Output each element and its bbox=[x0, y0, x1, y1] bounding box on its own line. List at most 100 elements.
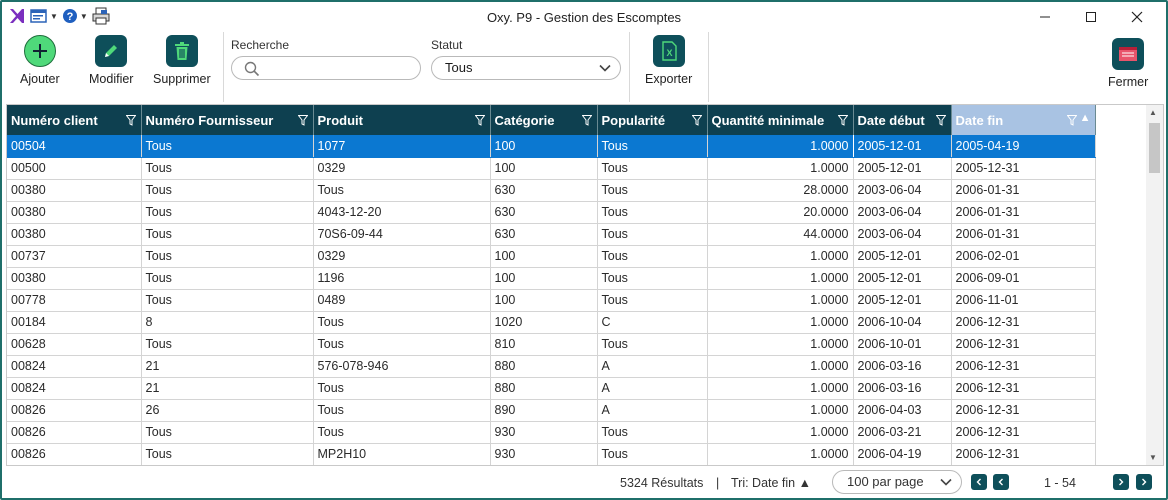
column-header[interactable]: Numéro Fournisseur bbox=[141, 105, 314, 135]
window-controls bbox=[1022, 2, 1160, 32]
table-cell: 21 bbox=[141, 355, 314, 378]
table-cell: 2006-10-01 bbox=[853, 333, 952, 356]
table-cell: 2006-12-31 bbox=[951, 333, 1096, 356]
plus-icon bbox=[23, 35, 56, 67]
table-cell: 890 bbox=[490, 399, 598, 422]
status-label: Statut bbox=[431, 38, 463, 52]
filter-icon[interactable] bbox=[296, 114, 309, 129]
table-cell: 100 bbox=[490, 267, 598, 290]
filter-icon[interactable] bbox=[580, 114, 593, 129]
table-cell: 2006-12-31 bbox=[951, 377, 1096, 400]
filter-icon[interactable] bbox=[124, 114, 137, 129]
table-cell: MP2H10 bbox=[313, 443, 491, 465]
filter-icon[interactable] bbox=[934, 114, 947, 129]
table-cell: 2005-12-01 bbox=[853, 157, 952, 180]
table-cell: 4043-12-20 bbox=[313, 201, 491, 224]
filter-icon[interactable] bbox=[836, 114, 849, 129]
table-row[interactable]: 00380 Tous 4043-12-20 630 Tous 20.0000 2003-06… bbox=[7, 201, 1096, 224]
title-bar: ▼ ? ▼ Oxy. P9 - Gestion des Escomptes bbox=[2, 2, 1166, 32]
export-button[interactable]: X Exporter bbox=[645, 35, 692, 86]
table-cell: Tous bbox=[313, 311, 491, 334]
table-cell: 2005-12-01 bbox=[853, 135, 952, 158]
table-row[interactable]: 00380 Tous 70S6-09-44 630 Tous 44.0000 2003-06… bbox=[7, 223, 1096, 246]
table-cell: Tous bbox=[141, 421, 314, 444]
table-cell: 2003-06-04 bbox=[853, 201, 952, 224]
filter-icon[interactable] bbox=[473, 114, 486, 129]
add-button[interactable]: Ajouter bbox=[20, 35, 60, 86]
maximize-button[interactable] bbox=[1068, 2, 1114, 32]
column-header[interactable]: Quantité minimale bbox=[707, 105, 854, 135]
column-header[interactable]: Catégorie bbox=[490, 105, 598, 135]
table-cell: 2005-12-31 bbox=[951, 157, 1096, 180]
column-header[interactable]: Produit bbox=[313, 105, 491, 135]
search-input[interactable] bbox=[231, 56, 421, 80]
table-cell: 1.0000 bbox=[707, 399, 854, 422]
table-cell: 1.0000 bbox=[707, 267, 854, 290]
table-cell: 2006-01-31 bbox=[951, 201, 1096, 224]
table-row[interactable]: 00826 Tous Tous 930 Tous 1.0000 2006-03-21 2006… bbox=[7, 421, 1096, 444]
status-select[interactable]: Tous bbox=[431, 56, 621, 80]
filter-icon[interactable] bbox=[690, 114, 703, 129]
table-cell: 21 bbox=[141, 377, 314, 400]
table-row[interactable]: 00824 21 576-078-946 880 A 1.0000 2006-03-16 20… bbox=[7, 355, 1096, 378]
table-row[interactable]: 00826 Tous MP2H10 930 Tous 1.0000 2006-04-19 20… bbox=[7, 443, 1096, 465]
next-page-button[interactable] bbox=[1113, 474, 1129, 490]
table-cell: 0329 bbox=[313, 157, 491, 180]
scrollbar-thumb[interactable] bbox=[1149, 123, 1160, 173]
column-header[interactable]: Popularité bbox=[597, 105, 708, 135]
print-icon[interactable] bbox=[92, 7, 110, 25]
delete-button[interactable]: Supprimer bbox=[153, 35, 211, 86]
first-page-button[interactable] bbox=[971, 474, 987, 490]
table-row[interactable]: 00628 Tous Tous 810 Tous 1.0000 2006-10-01 2006… bbox=[7, 333, 1096, 356]
column-header[interactable]: Numéro client bbox=[7, 105, 142, 135]
table-row[interactable]: 00824 21 Tous 880 A 1.0000 2006-03-16 2006-12-3… bbox=[7, 377, 1096, 400]
minimize-button[interactable] bbox=[1022, 2, 1068, 32]
table-cell: 1.0000 bbox=[707, 311, 854, 334]
table-row[interactable]: 00500 Tous 0329 100 Tous 1.0000 2005-12-01 2005… bbox=[7, 157, 1096, 180]
filter-icon[interactable] bbox=[1065, 114, 1078, 129]
table-row[interactable]: 00184 8 Tous 1020 C 1.0000 2006-10-04 2006-12-3… bbox=[7, 311, 1096, 334]
table-cell: 1.0000 bbox=[707, 421, 854, 444]
column-header-sorted[interactable]: Date fin ▲ bbox=[951, 105, 1096, 135]
table-cell: 1.0000 bbox=[707, 289, 854, 312]
table-row[interactable]: 00380 Tous 1196 100 Tous 1.0000 2005-12-01 2006… bbox=[7, 267, 1096, 290]
scroll-down-icon[interactable]: ▼ bbox=[1149, 453, 1157, 462]
table-cell: 1.0000 bbox=[707, 333, 854, 356]
table-cell: Tous bbox=[597, 179, 708, 202]
window-title: Oxy. P9 - Gestion des Escomptes bbox=[486, 10, 682, 25]
table-cell: 00737 bbox=[7, 245, 142, 268]
help-icon[interactable]: ? bbox=[62, 7, 78, 25]
sort-ascending-icon[interactable]: ▲ bbox=[1080, 112, 1091, 124]
edit-button-label: Modifier bbox=[89, 72, 134, 86]
table-row[interactable]: 00504 Tous 1077 100 Tous 1.0000 2005-12-01 2005… bbox=[7, 135, 1096, 158]
layout-icon[interactable] bbox=[30, 7, 48, 25]
table-cell: 70S6-09-44 bbox=[313, 223, 491, 246]
table-row[interactable]: 00737 Tous 0329 100 Tous 1.0000 2005-12-01 2006… bbox=[7, 245, 1096, 268]
edit-button[interactable]: Modifier bbox=[89, 35, 133, 86]
column-header[interactable]: Date début bbox=[853, 105, 952, 135]
chevron-down-icon[interactable]: ▼ bbox=[80, 12, 88, 21]
app-logo-icon[interactable] bbox=[8, 7, 26, 25]
previous-page-button[interactable] bbox=[993, 474, 1009, 490]
table-cell: 0489 bbox=[313, 289, 491, 312]
last-page-button[interactable] bbox=[1136, 474, 1152, 490]
chevron-down-icon bbox=[598, 60, 612, 82]
close-window-button[interactable] bbox=[1114, 2, 1160, 32]
vertical-scrollbar[interactable]: ▲ ▼ bbox=[1146, 105, 1163, 465]
status-bar: 5324 Résultats | Tri: Date fin ▲ 100 par… bbox=[2, 468, 1166, 498]
table-row[interactable]: 00778 Tous 0489 100 Tous 1.0000 2005-12-01 2006… bbox=[7, 289, 1096, 312]
scroll-up-icon[interactable]: ▲ bbox=[1149, 108, 1157, 117]
table-cell: 28.0000 bbox=[707, 179, 854, 202]
table-cell: 1.0000 bbox=[707, 157, 854, 180]
page-size-select[interactable]: 100 par page bbox=[832, 470, 962, 494]
table-cell: 00380 bbox=[7, 223, 142, 246]
table-cell: 2006-11-01 bbox=[951, 289, 1096, 312]
table-row[interactable]: 00826 26 Tous 890 A 1.0000 2006-04-03 2006-12-3… bbox=[7, 399, 1096, 422]
toolbar-divider bbox=[708, 32, 709, 102]
table-row[interactable]: 00380 Tous Tous 630 Tous 28.0000 2003-06-04 200… bbox=[7, 179, 1096, 202]
chevron-down-icon[interactable]: ▼ bbox=[50, 12, 58, 21]
table-cell: Tous bbox=[141, 245, 314, 268]
table-cell: 2006-12-31 bbox=[951, 443, 1096, 465]
close-button[interactable]: Fermer bbox=[1108, 38, 1148, 89]
data-grid: Numéro client Numéro Fournisseur Produit… bbox=[6, 104, 1164, 466]
